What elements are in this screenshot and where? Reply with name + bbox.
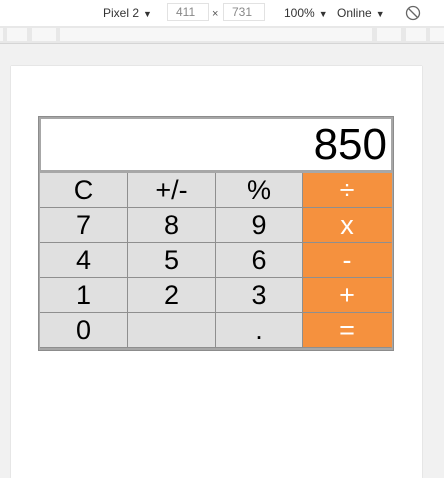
device-select[interactable]: Pixel 2 ▼ (103, 6, 152, 21)
device-toolbar: Pixel 2 ▼ 411 × 731 100% ▼ Online ▼ (0, 0, 444, 26)
digit-8-button[interactable]: 8 (128, 208, 216, 243)
ruler-segment (32, 28, 56, 41)
digit-1-button[interactable]: 1 (40, 278, 128, 313)
digit-7-button[interactable]: 7 (40, 208, 128, 243)
ruler-segment (377, 28, 401, 41)
chevron-down-icon: ▼ (318, 9, 328, 19)
times-symbol: × (212, 8, 219, 20)
equals-button[interactable]: = (303, 313, 392, 348)
device-viewport: 850 C +/- % ÷ 7 8 9 x 4 5 6 - 1 2 3 + 0 … (11, 66, 422, 478)
ruler-segment (430, 28, 444, 41)
ruler-segment (406, 28, 426, 41)
width-input[interactable]: 411 (167, 3, 209, 21)
zoom-value: 100% (284, 6, 315, 20)
calculator-display: 850 (41, 119, 391, 170)
ruler-segment (60, 28, 372, 41)
ruler-segment (7, 28, 27, 41)
divide-button[interactable]: ÷ (303, 173, 392, 208)
chevron-down-icon: ▼ (375, 9, 385, 19)
clear-button[interactable]: C (40, 173, 128, 208)
plus-minus-button[interactable]: +/- (128, 173, 216, 208)
rotate-icon[interactable] (405, 5, 421, 21)
subtract-button[interactable]: - (303, 243, 392, 278)
percent-button[interactable]: % (216, 173, 303, 208)
digit-2-button[interactable]: 2 (128, 278, 216, 313)
height-input[interactable]: 731 (223, 3, 265, 21)
digit-6-button[interactable]: 6 (216, 243, 303, 278)
network-value: Online (337, 6, 372, 20)
calculator: 850 C +/- % ÷ 7 8 9 x 4 5 6 - 1 2 3 + 0 … (38, 116, 394, 351)
multiply-button[interactable]: x (303, 208, 392, 243)
zoom-select[interactable]: 100% ▼ (284, 6, 328, 21)
device-name: Pixel 2 (103, 6, 140, 20)
digit-3-button[interactable]: 3 (216, 278, 303, 313)
calculator-keypad: C +/- % ÷ 7 8 9 x 4 5 6 - 1 2 3 + 0 . = (40, 173, 392, 349)
network-throttle-select[interactable]: Online ▼ (337, 6, 385, 21)
media-query-ruler (0, 26, 444, 44)
blank-key[interactable] (128, 313, 216, 348)
decimal-button[interactable]: . (216, 313, 303, 348)
add-button[interactable]: + (303, 278, 392, 313)
digit-0-button[interactable]: 0 (40, 313, 128, 348)
digit-4-button[interactable]: 4 (40, 243, 128, 278)
digit-5-button[interactable]: 5 (128, 243, 216, 278)
ruler-segment (0, 28, 3, 41)
digit-9-button[interactable]: 9 (216, 208, 303, 243)
chevron-down-icon: ▼ (143, 9, 152, 19)
